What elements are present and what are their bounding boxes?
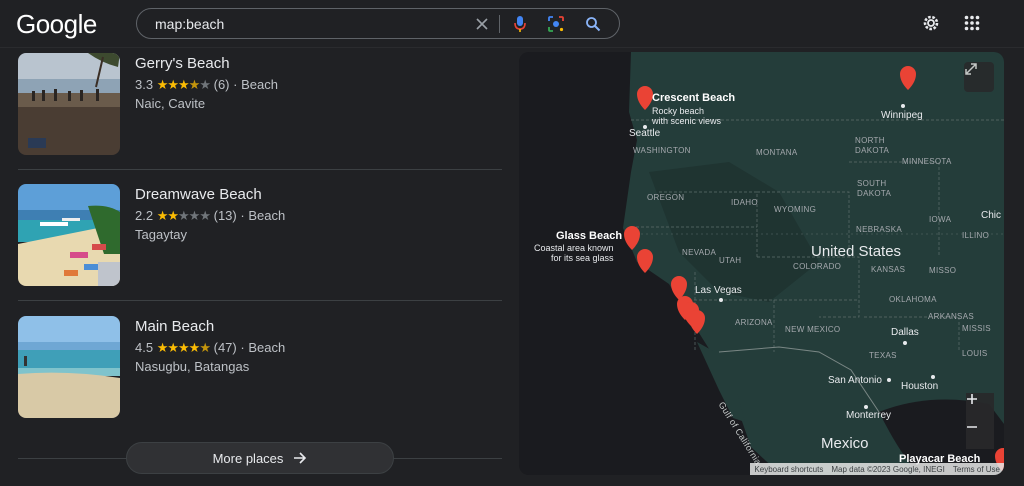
rating-value: 2.2 [135, 208, 154, 223]
review-count: (47) [213, 340, 237, 355]
map-attribution: Keyboard shortcuts Map data ©2023 Google… [750, 463, 1004, 475]
state-montana: MONTANA [756, 148, 798, 157]
pin-label-crescent[interactable]: Crescent Beach [652, 92, 735, 104]
state-north-dakota-2: DAKOTA [855, 146, 890, 155]
dot-separator: · [233, 77, 238, 92]
place-name[interactable]: Main Beach [135, 318, 214, 335]
review-count: (6) [213, 77, 230, 92]
terms-of-use-link[interactable]: Terms of Use [953, 465, 1000, 474]
keyboard-shortcuts-link[interactable]: Keyboard shortcuts [754, 465, 823, 474]
state-utah: UTAH [719, 256, 742, 265]
pin-desc-glass: Coastal area known [534, 243, 614, 253]
city-dallas: Dallas [891, 327, 919, 338]
city-las-vegas: Las Vegas [695, 285, 742, 296]
plus-icon [967, 394, 977, 404]
microphone-icon[interactable] [510, 14, 530, 34]
place-photo[interactable] [18, 184, 120, 286]
minus-icon [967, 426, 977, 428]
place-item[interactable]: Main Beach 4.5 ★★★★★ (47) · Beach Nasugb… [18, 301, 502, 432]
state-minnesota: MINNESOTA [902, 157, 952, 166]
state-oklahoma: OKLAHOMA [889, 295, 937, 304]
zoom-in-button[interactable] [966, 393, 994, 421]
pin-desc-crescent-2: with scenic views [652, 116, 722, 126]
city-houston: Houston [901, 381, 939, 392]
review-count: (13) [213, 208, 237, 223]
state-nevada: NEVADA [682, 248, 717, 257]
rating-value: 3.3 [135, 77, 154, 92]
expand-map-button[interactable] [964, 62, 994, 92]
search-icon[interactable] [583, 14, 603, 34]
place-name[interactable]: Gerry's Beach [135, 55, 230, 72]
state-south-dakota-2: DAKOTA [857, 189, 892, 198]
state-north-dakota-1: NORTH [855, 136, 885, 145]
place-name[interactable]: Dreamwave Beach [135, 186, 262, 203]
lens-icon[interactable] [546, 14, 566, 34]
search-divider [499, 15, 500, 33]
dot-separator: · [240, 208, 245, 223]
state-mississippi: MISSIS [962, 324, 991, 333]
place-category: Beach [241, 77, 278, 92]
pin-desc-glass-2: for its sea glass [551, 253, 614, 263]
country-united-states: United States [811, 243, 902, 260]
state-nebraska: NEBRASKA [856, 225, 902, 234]
city-chicago: Chic [981, 210, 1002, 221]
city-monterrey: Monterrey [846, 410, 892, 421]
state-illinois: ILLINO [962, 231, 990, 240]
more-places-button[interactable]: More places [126, 442, 394, 474]
state-texas: TEXAS [869, 351, 897, 360]
place-item[interactable]: Dreamwave Beach 2.2 ★★★★★ (13) · Beach T… [18, 170, 502, 301]
state-colorado: COLORADO [793, 262, 842, 271]
place-location: Naic, Cavite [135, 96, 206, 111]
google-logo[interactable]: Google [16, 9, 97, 40]
rating-stars: ★★★★★ [156, 340, 211, 355]
search-box[interactable]: map:beach [136, 8, 620, 39]
place-item[interactable]: Gerry's Beach 3.3 ★★★★★ (6) · Beach Naic… [18, 48, 502, 170]
city-san-antonio: San Antonio [828, 375, 882, 386]
state-south-dakota-1: SOUTH [857, 179, 887, 188]
state-missouri: MISSO [929, 266, 957, 275]
dot-separator: · [240, 340, 245, 355]
state-idaho: IDAHO [731, 198, 758, 207]
place-photo[interactable] [18, 53, 120, 155]
rating-value: 4.5 [135, 340, 154, 355]
search-input[interactable]: map:beach [155, 16, 224, 32]
expand-icon [965, 63, 977, 75]
state-oregon: OREGON [647, 193, 685, 202]
place-photo[interactable] [18, 316, 120, 418]
place-location: Tagaytay [135, 227, 188, 242]
map-data-credit: Map data ©2023 Google, INEGI [831, 464, 945, 474]
pin-label-glass[interactable]: Glass Beach [556, 230, 622, 242]
state-arizona: ARIZONA [735, 318, 773, 327]
page: Google map:beach Gerry's Beach 3.3 ★★★★★… [0, 0, 1024, 486]
state-iowa: IOWA [929, 215, 952, 224]
zoom-out-button[interactable] [966, 421, 994, 449]
settings-gear-icon[interactable] [920, 12, 942, 34]
city-winnipeg: Winnipeg [881, 110, 923, 121]
state-wyoming: WYOMING [774, 205, 817, 214]
country-mexico: Mexico [821, 435, 869, 452]
state-louisiana: LOUIS [962, 349, 988, 358]
place-rating-row: 4.5 ★★★★★ (47) · Beach [135, 340, 285, 356]
city-seattle: Seattle [629, 128, 661, 139]
more-places-label: More places [212, 450, 284, 466]
map-canvas[interactable] [519, 52, 1004, 475]
pin-desc-crescent: Rocky beach [652, 106, 705, 116]
place-location: Nasugbu, Batangas [135, 359, 250, 374]
state-kansas: KANSAS [871, 265, 906, 274]
place-category: Beach [248, 340, 286, 355]
rating-stars: ★★★★★ [156, 77, 211, 92]
state-washington: WASHINGTON [633, 146, 691, 155]
place-rating-row: 2.2 ★★★★★ (13) · Beach [135, 208, 285, 224]
apps-grid-icon[interactable] [961, 12, 983, 34]
state-arkansas: ARKANSAS [928, 312, 974, 321]
places-list: Gerry's Beach 3.3 ★★★★★ (6) · Beach Naic… [18, 48, 502, 432]
arrow-right-icon [294, 452, 307, 464]
rating-stars: ★★★★★ [156, 208, 211, 223]
state-new-mexico: NEW MEXICO [785, 325, 841, 334]
clear-icon[interactable] [472, 14, 492, 34]
map-panel[interactable]: Crescent Beach Rocky beach with scenic v… [519, 52, 1004, 475]
place-rating-row: 3.3 ★★★★★ (6) · Beach [135, 77, 278, 93]
place-category: Beach [248, 208, 286, 223]
top-bar: Google map:beach [0, 0, 1024, 48]
